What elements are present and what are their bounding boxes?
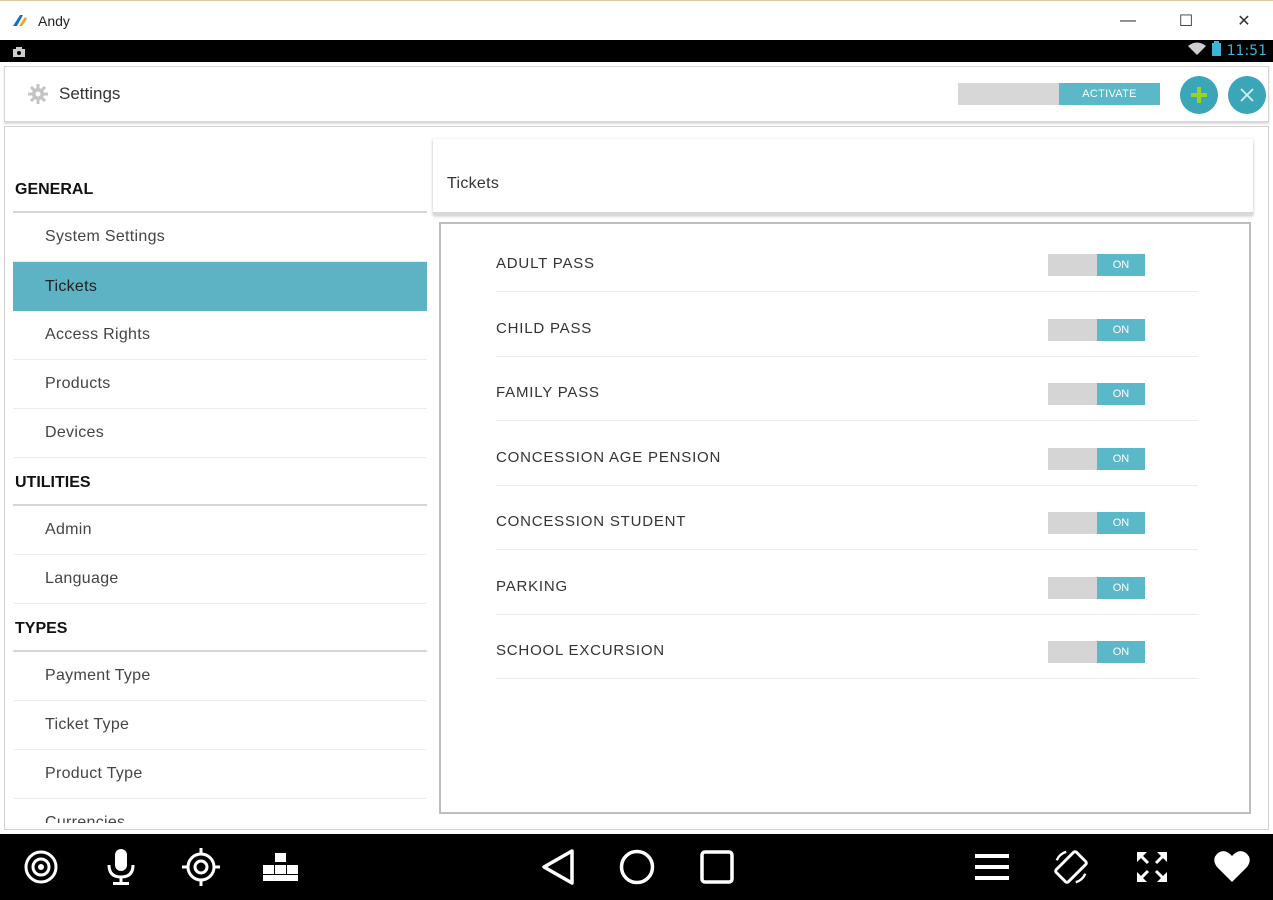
- section-header-general: GENERAL: [13, 135, 427, 213]
- fullscreen-icon[interactable]: [1132, 847, 1172, 887]
- toggle-track: [1048, 577, 1097, 599]
- camera-icon: [12, 45, 26, 57]
- apps-grid-icon[interactable]: [261, 847, 301, 887]
- close-window-button[interactable]: ✕: [1215, 1, 1273, 41]
- list-item: CONCESSION AGE PENSION ON: [496, 422, 1198, 486]
- section-header-utilities: UTILITIES: [13, 458, 427, 506]
- app-header: Settings ACTIVATE: [4, 66, 1269, 122]
- list-item: SCHOOL EXCURSION ON: [496, 615, 1198, 679]
- content-area: GENERAL System Settings Tickets Access R…: [4, 126, 1269, 830]
- status-icons: 11:51: [1187, 40, 1267, 62]
- android-status-bar: 11:51: [0, 40, 1273, 62]
- settings-sidebar: GENERAL System Settings Tickets Access R…: [13, 135, 427, 823]
- toggle-on-label: ON: [1097, 512, 1145, 534]
- ticket-toggle[interactable]: ON: [1048, 319, 1145, 341]
- sidebar-item-products[interactable]: Products: [13, 360, 427, 409]
- list-item: ADULT PASS ON: [496, 228, 1198, 292]
- sidebar-item-language[interactable]: Language: [13, 555, 427, 604]
- activate-group: ACTIVATE: [958, 83, 1160, 105]
- toggle-on-label: ON: [1097, 448, 1145, 470]
- gear-icon: [27, 83, 49, 105]
- ticket-label: PARKING: [496, 578, 569, 595]
- recents-icon[interactable]: [697, 847, 737, 887]
- home-icon[interactable]: [617, 847, 657, 887]
- ticket-label: CHILD PASS: [496, 320, 593, 337]
- ticket-toggle[interactable]: ON: [1048, 577, 1145, 599]
- microphone-icon[interactable]: [101, 847, 141, 887]
- ticket-label: CONCESSION AGE PENSION: [496, 449, 722, 466]
- list-item: CHILD PASS ON: [496, 293, 1198, 357]
- list-item: FAMILY PASS ON: [496, 357, 1198, 421]
- menu-icon[interactable]: [972, 847, 1012, 887]
- plus-icon: [1191, 87, 1207, 103]
- activation-code-input[interactable]: [958, 83, 1059, 105]
- sidebar-item-currencies[interactable]: Currencies: [13, 799, 427, 823]
- location-target-icon[interactable]: [181, 847, 221, 887]
- sidebar-item-ticket-type[interactable]: Ticket Type: [13, 701, 427, 750]
- toggle-track: [1048, 383, 1097, 405]
- toggle-track: [1048, 512, 1097, 534]
- toggle-on-label: ON: [1097, 641, 1145, 663]
- list-item: CONCESSION STUDENT ON: [496, 486, 1198, 550]
- ticket-toggle[interactable]: ON: [1048, 448, 1145, 470]
- sidebar-item-admin[interactable]: Admin: [13, 506, 427, 555]
- sidebar-item-tickets[interactable]: Tickets: [13, 262, 427, 311]
- ticket-label: CONCESSION STUDENT: [496, 513, 687, 530]
- panel-title: Tickets: [447, 175, 500, 192]
- sidebar-item-system-settings[interactable]: System Settings: [13, 213, 427, 262]
- toggle-track: [1048, 254, 1097, 276]
- toggle-on-label: ON: [1097, 383, 1145, 405]
- close-icon: [1240, 88, 1254, 102]
- toggle-on-label: ON: [1097, 319, 1145, 341]
- sidebar-item-devices[interactable]: Devices: [13, 409, 427, 458]
- toggle-track: [1048, 641, 1097, 663]
- sidebar-item-access-rights[interactable]: Access Rights: [13, 311, 427, 360]
- status-time: 11:51: [1226, 43, 1267, 59]
- activate-button[interactable]: ACTIVATE: [1059, 83, 1160, 105]
- page-title: Settings: [59, 84, 121, 103]
- window-titlebar: Andy — ☐ ✕: [0, 0, 1273, 40]
- andy-logo-icon: [10, 11, 30, 31]
- toggle-track: [1048, 319, 1097, 341]
- toggle-on-label: ON: [1097, 577, 1145, 599]
- ticket-toggle[interactable]: ON: [1048, 512, 1145, 534]
- close-button[interactable]: [1228, 76, 1266, 114]
- wifi-icon: [1187, 42, 1206, 61]
- tickets-list: ADULT PASS ON CHILD PASS ON FAMILY PASS …: [439, 222, 1251, 814]
- heart-icon[interactable]: [1212, 847, 1252, 887]
- section-header-types: TYPES: [13, 604, 427, 652]
- minimize-button[interactable]: —: [1099, 1, 1157, 41]
- ticket-toggle[interactable]: ON: [1048, 254, 1145, 276]
- toggle-on-label: ON: [1097, 254, 1145, 276]
- rotate-icon[interactable]: [1051, 847, 1091, 887]
- sidebar-item-payment-type[interactable]: Payment Type: [13, 652, 427, 701]
- list-item: PARKING ON: [496, 551, 1198, 615]
- ticket-label: FAMILY PASS: [496, 384, 600, 401]
- ticket-label: SCHOOL EXCURSION: [496, 642, 665, 659]
- ticket-toggle[interactable]: ON: [1048, 383, 1145, 405]
- battery-icon: [1211, 41, 1221, 61]
- window-controls: — ☐ ✕: [1099, 1, 1273, 41]
- toggle-track: [1048, 448, 1097, 470]
- add-button[interactable]: [1180, 76, 1218, 114]
- ticket-label: ADULT PASS: [496, 255, 595, 272]
- maximize-button[interactable]: ☐: [1157, 1, 1215, 41]
- camera-lens-icon[interactable]: [21, 847, 61, 887]
- panel-header: Tickets: [433, 139, 1253, 215]
- window-title: Andy: [38, 12, 70, 29]
- sidebar-item-product-type[interactable]: Product Type: [13, 750, 427, 799]
- back-icon[interactable]: [538, 847, 578, 887]
- ticket-toggle[interactable]: ON: [1048, 641, 1145, 663]
- android-bottom-bar: [0, 834, 1273, 900]
